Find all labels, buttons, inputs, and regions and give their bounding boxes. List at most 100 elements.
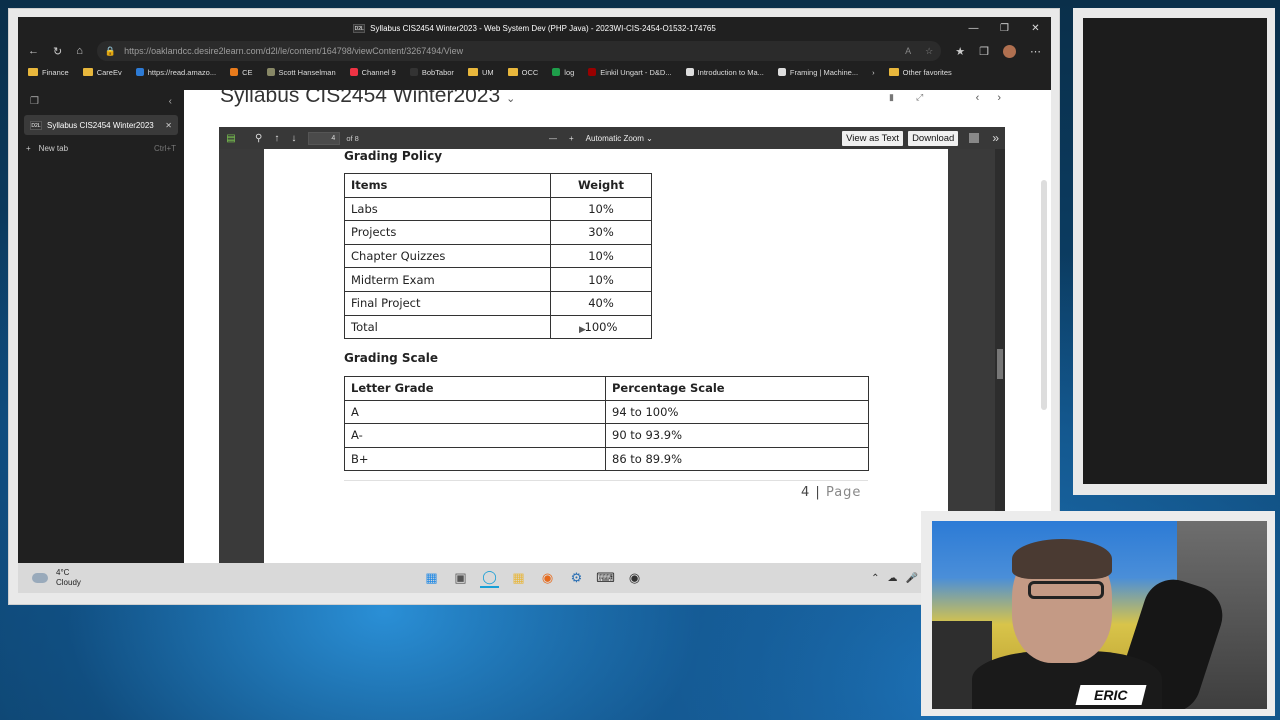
home-icon[interactable]: ⌂: [76, 45, 83, 57]
table-row: Final Project 40%: [344, 290, 652, 316]
fav-bobtabor[interactable]: BobTabor: [409, 68, 454, 77]
folder-icon: [82, 68, 93, 76]
system-tray: ⌃ ☁ 🎤: [871, 573, 918, 584]
prev-topic-icon[interactable]: ‹: [976, 92, 980, 104]
toggle-sidebar-icon[interactable]: ▤: [219, 133, 243, 144]
tab-syllabus[interactable]: D2L Syllabus CIS2454 Winter2023 ✕: [24, 115, 178, 135]
window-controls: — ❐ ✕: [958, 17, 1051, 39]
fav-finance[interactable]: Finance: [28, 68, 69, 77]
table-row: Chapter Quizzes 10%: [344, 243, 652, 269]
favorites-icon[interactable]: ★: [955, 45, 965, 58]
presenter-name-tag: ERIC: [1075, 685, 1147, 705]
table-row: Midterm Exam 10%: [344, 267, 652, 292]
page-title: Syllabus CIS2454 Winter2023 ⌄: [220, 90, 516, 107]
zoom-out-icon[interactable]: —: [549, 134, 557, 143]
view-as-text-button[interactable]: View as Text: [842, 130, 904, 146]
bookmark-icon[interactable]: ▮: [889, 92, 894, 103]
terminal-icon[interactable]: ⌨: [596, 569, 615, 588]
tools-menu-icon[interactable]: »: [992, 131, 999, 145]
folder-icon: [507, 68, 518, 76]
tray-chevron-up-icon[interactable]: ⌃: [871, 573, 879, 584]
site-icon: [685, 68, 694, 76]
chevron-down-icon[interactable]: ⌄: [506, 93, 515, 105]
kindle-icon: [135, 68, 144, 76]
grading-scale-title: Grading Scale: [344, 351, 438, 365]
microsoft-icon: [349, 68, 358, 76]
table-row: Projects 30%: [344, 220, 652, 245]
title-bar: D2L Syllabus CIS2454 Winter2023 - Web Sy…: [18, 17, 1051, 39]
presentation-mode-icon[interactable]: [969, 133, 980, 143]
pdf-scrollbar[interactable]: [995, 149, 1005, 563]
site-icon: [777, 68, 786, 76]
new-tab-button[interactable]: + New tab Ctrl+T: [26, 141, 176, 155]
fav-occ[interactable]: OCC: [507, 68, 538, 77]
pdf-page: Grading Policy Items Weight Labs 10% Proj…: [264, 149, 948, 563]
site-icon: [266, 68, 275, 76]
grading-policy-table: Items Weight Labs 10% Projects 30% Chapter…: [344, 173, 652, 340]
microphone-icon[interactable]: 🎤: [906, 573, 918, 584]
d2l-favicon: D2L: [30, 120, 42, 130]
next-topic-icon[interactable]: ›: [997, 92, 1001, 104]
profile-avatar[interactable]: [1003, 44, 1016, 58]
edge-icon[interactable]: ◯: [480, 569, 499, 588]
d2l-favicon: D2L: [353, 23, 366, 33]
page-count: of 8: [346, 133, 359, 143]
collapse-sidebar-icon[interactable]: ‹: [169, 96, 172, 107]
page-footer-divider: [344, 480, 868, 481]
fullscreen-icon[interactable]: ⤢: [916, 92, 923, 103]
table-row: Labs 10%: [344, 196, 652, 222]
close-window-button[interactable]: ✕: [1020, 17, 1051, 39]
read-aloud-icon[interactable]: A: [905, 46, 911, 57]
table-row: Total 100%: [344, 314, 652, 340]
download-button[interactable]: Download: [908, 130, 959, 146]
cloud-icon: [32, 573, 48, 583]
task-view-icon[interactable]: ▣: [451, 569, 470, 588]
pdf-scroll-thumb[interactable]: [997, 349, 1003, 379]
weather-temperature: 4°C: [56, 568, 70, 577]
close-tab-icon[interactable]: ✕: [165, 121, 172, 130]
maximize-button[interactable]: ❐: [989, 17, 1020, 39]
fav-um[interactable]: UM: [467, 68, 494, 77]
fav-hanselman[interactable]: Scott Hanselman: [266, 68, 336, 77]
page-number-input[interactable]: 4: [308, 131, 341, 145]
firefox-icon[interactable]: ◉: [538, 569, 557, 588]
file-explorer-icon[interactable]: ▦: [509, 569, 528, 588]
folder-icon: [28, 68, 38, 76]
fav-framing[interactable]: Framing | Machine...: [777, 68, 858, 77]
tab-actions-icon[interactable]: ❐: [30, 96, 39, 107]
windows-start-icon[interactable]: ▦: [422, 569, 441, 588]
page-scrollbar[interactable]: [1041, 180, 1047, 410]
add-favorite-icon[interactable]: ☆: [925, 46, 933, 57]
previous-page-icon[interactable]: ↑: [274, 133, 279, 144]
collections-icon[interactable]: ❐: [979, 45, 989, 58]
pdf-viewer: ▤ ⚲ ↑ ↓ 4 of 8 — + Automatic Zoom ⌄ View…: [219, 127, 1005, 563]
search-icon[interactable]: ⚲: [255, 133, 262, 144]
url-text: https://oaklandcc.desire2learn.com/d2l/l…: [124, 46, 464, 56]
fav-intro-ma[interactable]: Introduction to Ma...: [685, 68, 764, 77]
browser-window: D2L Syllabus CIS2454 Winter2023 - Web Sy…: [18, 17, 1051, 563]
zoom-select[interactable]: Automatic Zoom ⌄: [586, 134, 653, 143]
zoom-in-icon[interactable]: +: [569, 134, 574, 143]
fav-ce[interactable]: CE: [230, 68, 253, 77]
folder-icon: [467, 68, 478, 76]
fav-dnd[interactable]: Einkil Ungart - D&D...: [588, 68, 672, 77]
settings-app-icon[interactable]: ⚙: [567, 569, 586, 588]
chevron-right-icon[interactable]: ›: [872, 68, 875, 77]
fav-amazon-read[interactable]: https://read.amazo...: [135, 68, 216, 77]
weather-widget[interactable]: 4°C Cloudy: [32, 568, 81, 588]
obs-record-icon[interactable]: ◉: [625, 569, 644, 588]
page-content: Syllabus CIS2454 Winter2023 ⌄ ▮ ⤢ ‹ › ▤ ⚲…: [184, 90, 1051, 563]
more-menu-icon[interactable]: ⋯: [1030, 45, 1041, 58]
secondary-window: [1073, 8, 1275, 495]
back-icon[interactable]: ←: [28, 45, 39, 57]
fav-other[interactable]: Other favorites: [888, 68, 952, 77]
tray-cloud-icon[interactable]: ☁: [888, 573, 898, 584]
url-field[interactable]: 🔒 https://oaklandcc.desire2learn.com/d2l…: [96, 41, 942, 61]
minimize-button[interactable]: —: [958, 17, 989, 39]
fav-careev[interactable]: CareEv: [82, 68, 122, 77]
next-page-icon[interactable]: ↓: [291, 133, 296, 144]
fav-channel9[interactable]: Channel 9: [349, 68, 396, 77]
refresh-icon[interactable]: ↻: [53, 45, 62, 58]
gear-icon: [230, 68, 239, 76]
fav-log[interactable]: log: [552, 68, 574, 77]
